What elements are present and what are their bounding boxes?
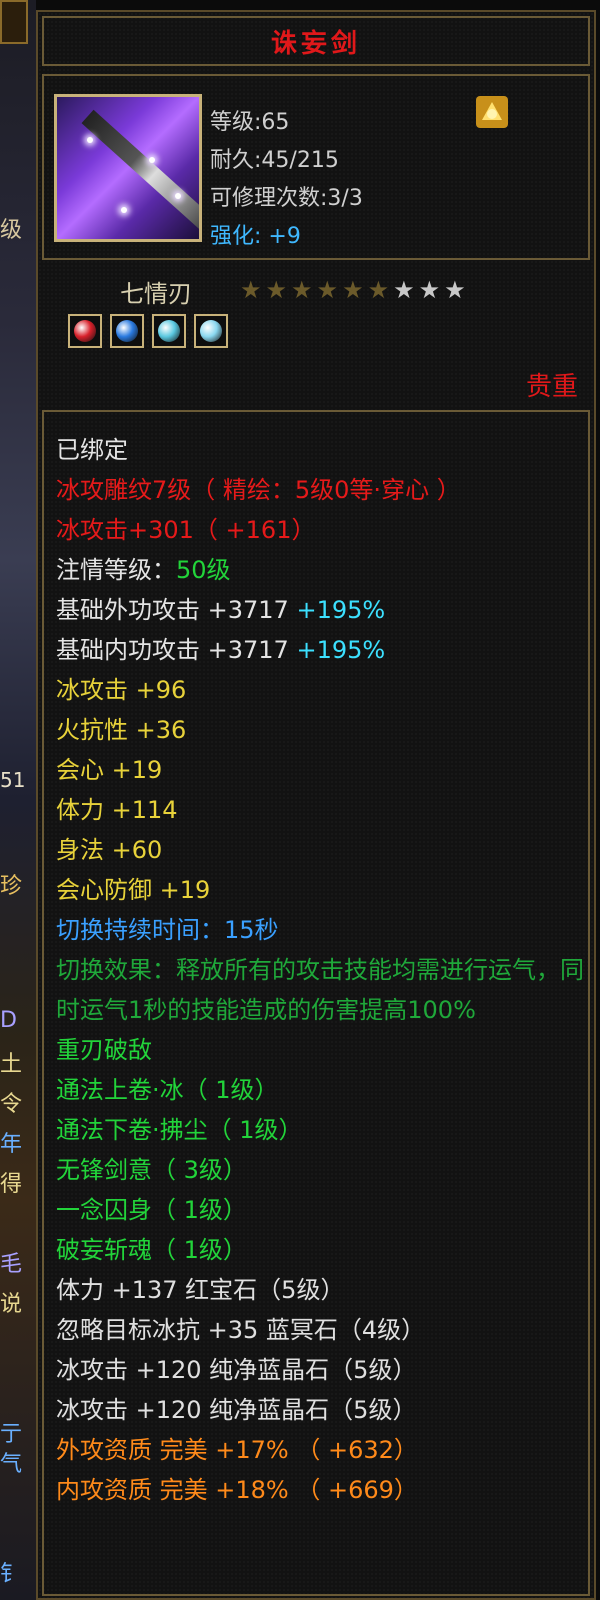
gem-bonus-line: 忽略目标冰抗 +35 蓝冥石（4级） — [56, 1316, 426, 1344]
gem-stone — [74, 320, 96, 342]
ice-attack-main: 冰攻击+301（ +161） — [56, 516, 316, 544]
ext-attack: 基础外功攻击 +3717 +195% — [56, 590, 588, 630]
skill-line: 重刃破敌 — [56, 1036, 152, 1064]
blue-gem-icon[interactable] — [110, 314, 144, 348]
star-filled-icon: ★ — [240, 276, 262, 304]
star-empty-icon: ★ — [418, 276, 441, 304]
rarity-label: 贵重 — [525, 372, 578, 402]
sparkle — [87, 137, 93, 143]
skill-line: 一念囚身（ 1级） — [56, 1196, 247, 1224]
scene-text: 珍 — [0, 874, 23, 899]
star-empty-icon: ★ — [444, 276, 466, 304]
gem-stone — [200, 320, 222, 342]
star-filled-icon: ★ — [291, 276, 313, 304]
engrave-line: 冰攻雕纹7级（ 精绘：5级0等·穿心 ） — [56, 476, 461, 504]
ice-attack: 冰攻击 +96 — [56, 676, 187, 704]
int-attack: 基础内功攻击 +3717 +195% — [56, 630, 588, 670]
ext-attack-label: 基础外功攻击 +3717 — [56, 596, 297, 624]
scene-text: D — [0, 1008, 17, 1033]
attribute-box: 已绑定 冰攻雕纹7级（ 精绘：5级0等·穿心 ） 冰攻击+301（ +161） … — [42, 410, 590, 1596]
item-tooltip: 诛妄剑 等级:65 耐久:45/215 可修理次数:3/3 强化: +9 七情刃… — [36, 10, 596, 1600]
star-empty-icon: ★ — [393, 276, 415, 304]
gem-bonus-line: 冰攻击 +120 纯净蓝晶石（5级） — [56, 1356, 417, 1384]
int-attack-pct: +195% — [296, 636, 386, 664]
blade-shape — [81, 109, 199, 231]
star-filled-icon: ★ — [342, 276, 364, 304]
red-gem-icon[interactable] — [68, 314, 102, 348]
gem-bonus-line: 冰攻击 +120 纯净蓝晶石（5级） — [56, 1396, 417, 1424]
sword-icon[interactable] — [54, 94, 202, 242]
star-filled-icon: ★ — [367, 276, 390, 304]
sparkle — [121, 207, 127, 213]
item-title-bar: 诛妄剑 — [42, 16, 590, 66]
item-durability: 耐久:45/215 — [210, 148, 339, 173]
background-scene: 级 51 珍 D 土 令 年 得 毛 说 亍 气 钅 — [0, 0, 36, 1600]
scene-text: 51 — [0, 768, 26, 792]
scene-text: 得 — [0, 1172, 23, 1197]
skill-line: 破妄斩魂（ 1级） — [56, 1236, 247, 1264]
scene-text: 土 — [0, 1052, 23, 1077]
item-repairs: 可修理次数:3/3 — [210, 186, 363, 211]
bound-status: 已绑定 — [56, 436, 128, 464]
fire-resist: 火抗性 +36 — [56, 716, 187, 744]
agility: 身法 +60 — [56, 836, 163, 864]
skill-line: 通法下卷·拂尘（ 1级） — [56, 1116, 303, 1144]
bound-badge-icon — [472, 92, 512, 132]
scene-text: 气 — [0, 1452, 23, 1477]
crit: 会心 +19 — [56, 756, 163, 784]
infuse-value: 50级 — [176, 556, 231, 584]
switch-duration: 切换持续时间：15秒 — [56, 916, 279, 944]
star-filled-icon: ★ — [316, 276, 339, 304]
star-rating: ★ ★ ★ ★ ★ ★ ★ ★ ★ — [240, 278, 466, 302]
scene-text: 毛 — [0, 1252, 23, 1277]
scene-text: 钅 — [0, 1562, 23, 1587]
quality-ext: 外攻资质 完美 +17% （ +632） — [56, 1436, 418, 1464]
sparkle — [149, 157, 155, 163]
crit-defense: 会心防御 +19 — [56, 876, 211, 904]
gem-slots — [68, 314, 228, 348]
attribute-list: 已绑定 冰攻雕纹7级（ 精绘：5级0等·穿心 ） 冰攻击+301（ +161） … — [56, 430, 588, 1510]
scene-frame — [0, 0, 28, 44]
scene-text: 年 — [0, 1132, 23, 1157]
item-info-box: 等级:65 耐久:45/215 可修理次数:3/3 强化: +9 — [42, 74, 590, 260]
switch-effect: 切换效果：释放所有的攻击技能均需进行运气，同时运气1秒的技能造成的伤害提高100… — [56, 956, 584, 1024]
enhance-value: +9 — [268, 224, 301, 249]
scene-text: 级 — [0, 218, 23, 243]
ext-attack-pct: +195% — [296, 596, 386, 624]
quality-int: 内攻资质 完美 +18% （ +669） — [56, 1476, 418, 1504]
scene-text: 亍 — [0, 1422, 23, 1447]
infuse-label: 注情等级： — [56, 556, 176, 584]
gem-bonus-line: 体力 +137 红宝石（5级） — [56, 1276, 345, 1304]
gem-stone — [158, 320, 180, 342]
infuse-level: 注情等级：50级 — [56, 550, 588, 590]
item-level: 等级:65 — [210, 110, 290, 135]
skill-line: 无锋剑意（ 3级） — [56, 1156, 247, 1184]
sparkle — [175, 193, 181, 199]
skill-line: 通法上卷·冰（ 1级） — [56, 1076, 279, 1104]
cyan-gem-icon[interactable] — [152, 314, 186, 348]
scene-text: 令 — [0, 1092, 23, 1117]
enhance-label: 强化: — [210, 224, 262, 249]
set-section: 七情刃 ★ ★ ★ ★ ★ ★ ★ ★ ★ 贵重 — [42, 268, 590, 402]
star-filled-icon: ★ — [265, 276, 288, 304]
item-enhance: 强化: +9 — [210, 218, 301, 250]
stamina: 体力 +114 — [56, 796, 178, 824]
gem-stone — [116, 320, 138, 342]
set-name: 七情刃 — [120, 280, 192, 308]
int-attack-label: 基础内功攻击 +3717 — [56, 636, 297, 664]
lightblue-gem-icon[interactable] — [194, 314, 228, 348]
scene-text: 说 — [0, 1292, 23, 1317]
item-name: 诛妄剑 — [270, 28, 361, 59]
